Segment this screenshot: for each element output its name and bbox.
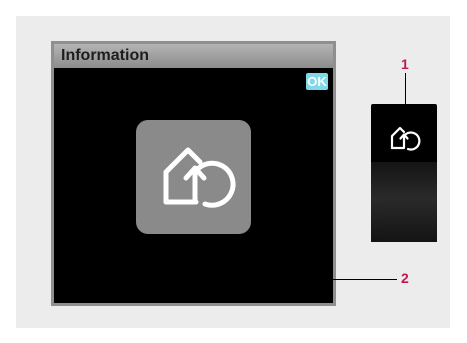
callout-number-1: 1 <box>401 56 409 72</box>
home-return-icon <box>390 126 421 151</box>
home-return-icon <box>163 147 236 208</box>
title-bar: Information <box>54 44 333 68</box>
ok-button[interactable]: OK <box>306 73 328 90</box>
home-return-app-tile[interactable] <box>136 120 251 234</box>
callout-line-1 <box>405 73 406 126</box>
device-side-screen <box>371 104 437 242</box>
callout-line-2 <box>296 279 397 280</box>
information-screen: Information OK <box>51 41 336 306</box>
callout-number-2: 2 <box>401 270 409 286</box>
screen-title: Information <box>61 47 149 64</box>
device-lower-section <box>371 162 437 242</box>
